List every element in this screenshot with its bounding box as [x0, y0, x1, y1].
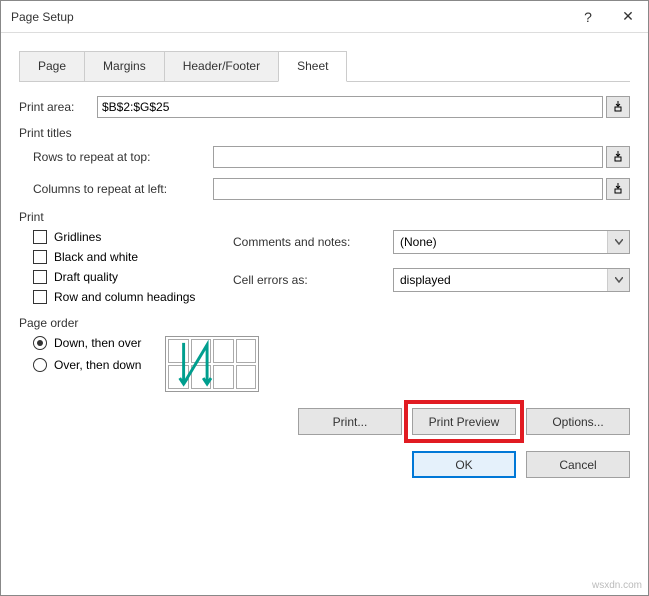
- tab-sheet[interactable]: Sheet: [278, 51, 347, 82]
- help-button[interactable]: ?: [568, 1, 608, 33]
- rows-repeat-label: Rows to repeat at top:: [33, 150, 213, 164]
- rows-repeat-input[interactable]: [213, 146, 603, 168]
- collapse-icon: [612, 150, 624, 165]
- page-order-label: Page order: [19, 316, 630, 330]
- checkbox-icon: [33, 290, 47, 304]
- over-then-down-radio[interactable]: Over, then down: [33, 358, 141, 372]
- black-white-label: Black and white: [54, 250, 138, 264]
- row-col-headings-label: Row and column headings: [54, 290, 195, 304]
- print-button[interactable]: Print...: [298, 408, 402, 435]
- watermark: wsxdn.com: [592, 580, 642, 591]
- over-then-down-label: Over, then down: [54, 358, 141, 372]
- checkbox-icon: [33, 230, 47, 244]
- print-section-group: Gridlines Black and white Draft quality …: [33, 230, 630, 310]
- print-area-row: Print area:: [19, 96, 630, 118]
- print-area-range-picker[interactable]: [606, 96, 630, 118]
- down-then-over-radio[interactable]: Down, then over: [33, 336, 141, 350]
- close-button[interactable]: ✕: [608, 1, 648, 33]
- print-titles-group: Rows to repeat at top: Columns to repeat…: [33, 146, 630, 200]
- row-col-headings-checkbox[interactable]: Row and column headings: [33, 290, 233, 304]
- page-order-preview: [165, 336, 259, 392]
- dialog-title: Page Setup: [11, 10, 568, 24]
- tab-bar: Page Margins Header/Footer Sheet: [19, 51, 630, 82]
- radio-icon: [33, 358, 47, 372]
- cols-repeat-label: Columns to repeat at left:: [33, 182, 213, 196]
- draft-quality-label: Draft quality: [54, 270, 118, 284]
- comments-label: Comments and notes:: [233, 235, 393, 249]
- ok-button[interactable]: OK: [412, 451, 516, 478]
- page-order-group: Down, then over Over, then down: [33, 336, 630, 392]
- cell-errors-label: Cell errors as:: [233, 273, 393, 287]
- page-setup-dialog: Page Setup ? ✕ Page Margins Header/Foote…: [0, 0, 649, 596]
- radio-icon: [33, 336, 47, 350]
- chevron-down-icon: [607, 269, 629, 291]
- rows-repeat-range-picker[interactable]: [606, 146, 630, 168]
- print-titles-label: Print titles: [19, 126, 630, 140]
- dialog-body: Page Margins Header/Footer Sheet Print a…: [1, 33, 648, 400]
- checkbox-icon: [33, 270, 47, 284]
- cell-errors-select[interactable]: displayed: [393, 268, 630, 292]
- options-button[interactable]: Options...: [526, 408, 630, 435]
- comments-select[interactable]: (None): [393, 230, 630, 254]
- cols-repeat-range-picker[interactable]: [606, 178, 630, 200]
- print-section-label: Print: [19, 210, 630, 224]
- titlebar: Page Setup ? ✕: [1, 1, 648, 33]
- cell-errors-value: displayed: [400, 273, 451, 287]
- tab-margins[interactable]: Margins: [84, 51, 165, 82]
- cols-repeat-input[interactable]: [213, 178, 603, 200]
- tab-header-footer[interactable]: Header/Footer: [164, 51, 279, 82]
- print-preview-button[interactable]: Print Preview: [412, 408, 516, 435]
- gridlines-checkbox[interactable]: Gridlines: [33, 230, 233, 244]
- comments-value: (None): [400, 235, 437, 249]
- confirm-buttons-row: OK Cancel: [1, 443, 648, 490]
- chevron-down-icon: [607, 231, 629, 253]
- collapse-icon: [612, 182, 624, 197]
- black-white-checkbox[interactable]: Black and white: [33, 250, 233, 264]
- checkbox-icon: [33, 250, 47, 264]
- gridlines-label: Gridlines: [54, 230, 101, 244]
- tab-page[interactable]: Page: [19, 51, 85, 82]
- collapse-icon: [612, 100, 624, 115]
- action-buttons-row: Print... Print Preview Options...: [1, 400, 648, 443]
- print-area-label: Print area:: [19, 100, 97, 114]
- down-then-over-label: Down, then over: [54, 336, 141, 350]
- draft-quality-checkbox[interactable]: Draft quality: [33, 270, 233, 284]
- print-area-input[interactable]: [97, 96, 603, 118]
- cancel-button[interactable]: Cancel: [526, 451, 630, 478]
